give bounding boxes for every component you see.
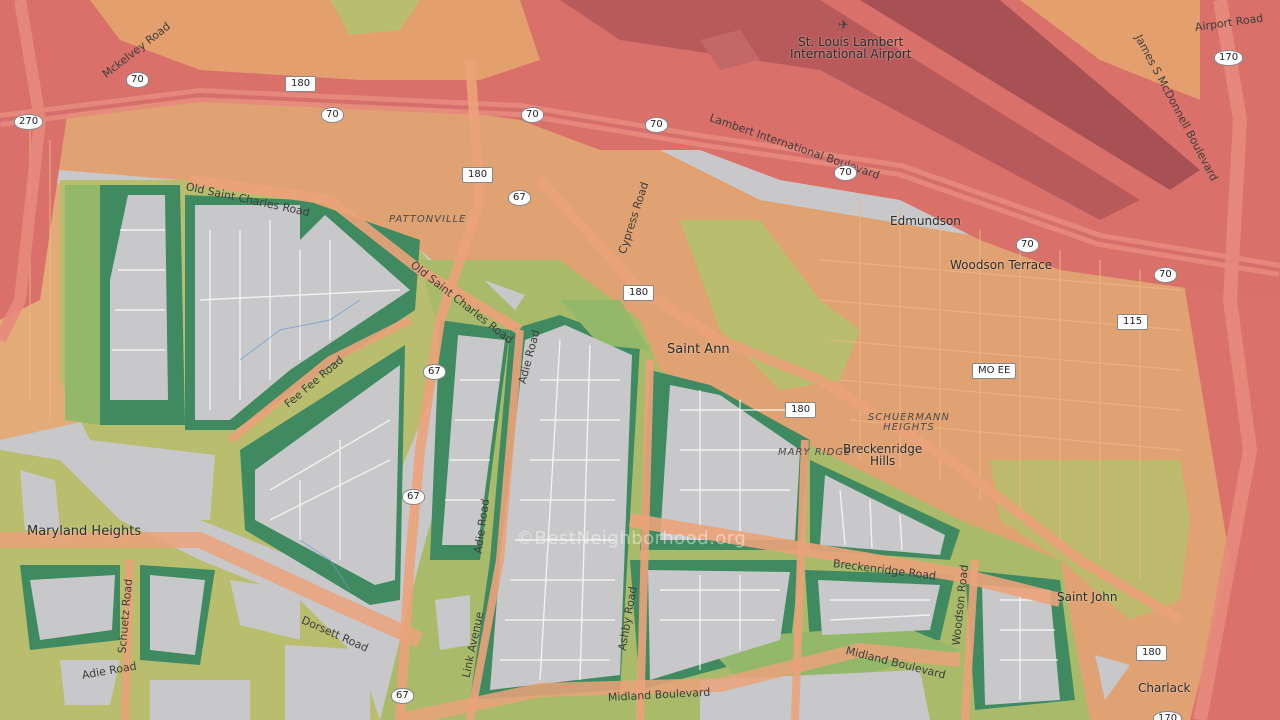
place-label-breckenridge-hills: Breckenridge Hills (843, 442, 923, 468)
watermark: ©BestNeighborhood.org (516, 528, 747, 549)
route-180-shield: 180 (623, 285, 655, 301)
place-label-charlack: Charlack (1138, 681, 1191, 695)
interstate-70-shield: 70 (645, 117, 668, 133)
place-label-saint-ann: Saint Ann (667, 342, 730, 357)
route-115-shield: 115 (1117, 314, 1149, 330)
interstate-170-shield: 170 (1214, 50, 1244, 66)
route-180-shield: 180 (462, 167, 494, 183)
route-180-shield: 180 (1136, 645, 1168, 661)
route-180-shield: 180 (785, 402, 817, 418)
light-green-west (65, 185, 100, 425)
route-67-shield: 67 (508, 190, 531, 206)
place-label-saint-john: Saint John (1057, 590, 1118, 604)
neighborhood-label-pattonville: PATTONVILLE (389, 214, 467, 225)
route-180-shield: 180 (285, 76, 317, 92)
interstate-270-shield: 270 (14, 114, 44, 130)
interstate-70-shield: 70 (1016, 237, 1039, 253)
route-67-shield: 67 (402, 489, 425, 505)
airplane-icon: ✈ (838, 18, 849, 33)
interstate-70-shield: 70 (1154, 267, 1177, 283)
place-label-st-louis-airport: St. Louis Lambert International Airport (790, 35, 912, 61)
interstate-70-shield: 70 (521, 107, 544, 123)
place-label-woodson-terrace: Woodson Terrace (950, 258, 1053, 272)
interstate-70-shield: 70 (321, 107, 344, 123)
neighborhood-label-schuermann-heights: SCHUERMANN HEIGHTS (868, 412, 950, 433)
place-label-edmundson: Edmundson (890, 214, 961, 228)
interstate-70-shield: 70 (126, 72, 149, 88)
route-67-shield: 67 (391, 688, 414, 704)
place-label-maryland-heights: Maryland Heights (27, 524, 142, 539)
interstate-170-shield: 170 (1153, 711, 1183, 720)
map-layers (0, 0, 1280, 720)
route-67-shield: 67 (423, 364, 446, 380)
neighborhood-label-mary-ridge: MARY RIDGE (778, 447, 852, 458)
route-mo-ee-shield: MO EE (972, 363, 1017, 379)
crime-heat-map[interactable]: ✈ St. Louis Lambert International Airpor… (0, 0, 1280, 720)
interstate-70-shield: 70 (834, 165, 857, 181)
